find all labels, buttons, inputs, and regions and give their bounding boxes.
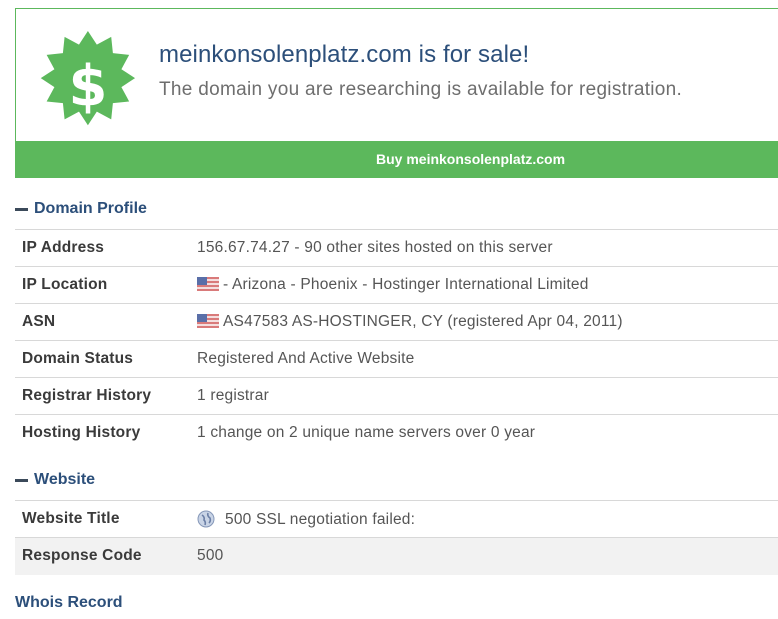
row-label: IP Address <box>15 229 197 267</box>
table-row: ASN AS47583 AS-HOSTINGER, CY (registered… <box>15 303 778 341</box>
row-label: Response Code <box>15 537 197 575</box>
sale-subtitle: The domain you are researching is availa… <box>159 79 683 100</box>
table-row: IP Location - Arizona - Phoenix - Hostin… <box>15 266 778 304</box>
table-row: Response Code 500 <box>15 537 778 575</box>
ip-address-value: 156.67.74.27 - 90 other sites hosted on … <box>197 239 553 256</box>
buy-domain-button[interactable]: Buy meinkonsolenplatz.com <box>16 141 778 178</box>
table-row: Registrar History 1 registrar <box>15 377 778 415</box>
domain-profile-header[interactable]: Domain Profile <box>15 198 147 220</box>
website-header[interactable]: Website <box>15 469 95 491</box>
domain-status-value: Registered And Active Website <box>197 350 415 367</box>
globe-icon <box>197 510 215 527</box>
row-value: Registered And Active Website <box>197 340 778 378</box>
row-label: Website Title <box>15 500 197 538</box>
row-value: 1 change on 2 unique name servers over 0… <box>197 414 778 452</box>
domain-profile-table: IP Address 156.67.74.27 - 90 other sites… <box>15 229 778 452</box>
website-title-header: Website <box>34 471 96 488</box>
row-label: Registrar History <box>15 377 197 415</box>
response-code-value: 500 <box>197 547 224 565</box>
asn-value: AS47583 AS-HOSTINGER, CY (registered Apr… <box>223 313 623 330</box>
website-title-value: 500 SSL negotiation failed: <box>225 510 416 528</box>
hosting-history-value: 1 change on 2 unique name servers over 0… <box>197 424 536 442</box>
domain-profile-title: Domain Profile <box>34 200 147 217</box>
table-row: Website Title 500 SSL negotiation failed… <box>15 500 778 538</box>
collapse-icon <box>15 478 28 482</box>
sale-title: meinkonsolenplatz.com is for sale! <box>159 41 530 68</box>
row-value: - Arizona - Phoenix - Hostinger Internat… <box>197 266 778 304</box>
row-value: 500 <box>197 537 778 575</box>
row-value: 500 SSL negotiation failed: <box>197 500 778 538</box>
table-row: IP Address 156.67.74.27 - 90 other sites… <box>15 229 778 267</box>
row-label: ASN <box>15 303 197 341</box>
us-flag-icon <box>197 277 219 291</box>
ip-location-value: - Arizona - Phoenix - Hostinger Internat… <box>223 276 589 293</box>
row-label: IP Location <box>15 266 197 304</box>
row-label: Domain Status <box>15 340 197 378</box>
table-row: Domain Status Registered And Active Webs… <box>15 340 778 378</box>
row-value: AS47583 AS-HOSTINGER, CY (registered Apr… <box>197 303 778 341</box>
row-value: 156.67.74.27 - 90 other sites hosted on … <box>197 229 778 267</box>
row-label: Hosting History <box>15 414 197 452</box>
collapse-icon <box>15 207 28 211</box>
whois-record-link[interactable]: Whois Record <box>15 594 123 612</box>
domain-sale-banner: $ meinkonsolenplatz.com is for sale! The… <box>15 8 778 178</box>
dollar-badge-icon: $ <box>40 31 136 126</box>
buy-domain-label: Buy meinkonsolenplatz.com <box>376 151 566 167</box>
registrar-history-value: 1 registrar <box>197 387 269 404</box>
svg-text:$: $ <box>69 54 108 119</box>
row-value: 1 registrar <box>197 377 778 415</box>
page: $ meinkonsolenplatz.com is for sale! The… <box>0 0 778 619</box>
us-flag-icon <box>197 314 219 328</box>
website-table: Website Title 500 SSL negotiation failed… <box>15 500 778 575</box>
table-row: Hosting History 1 change on 2 unique nam… <box>15 414 778 452</box>
